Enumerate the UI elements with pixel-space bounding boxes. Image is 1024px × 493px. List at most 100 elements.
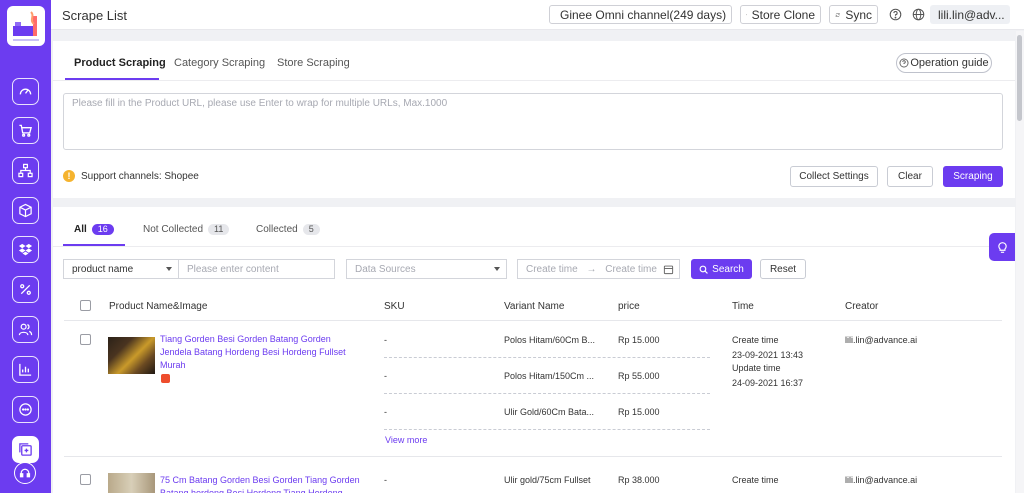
caret-down-icon: [494, 267, 500, 271]
tab-collected[interactable]: Collected 5: [256, 224, 320, 235]
tips-button[interactable]: [989, 233, 1015, 261]
chart-icon[interactable]: [12, 356, 39, 383]
help-icon[interactable]: [889, 8, 902, 21]
app-logo[interactable]: [7, 6, 45, 46]
variant-name: Ulir Gold/60Cm Bata...: [504, 407, 595, 417]
variant-divider: [384, 429, 710, 430]
sync-label: Sync: [845, 7, 872, 22]
range-arrow-icon: →: [586, 264, 597, 275]
col-sku: SKU: [384, 301, 405, 312]
headset-icon[interactable]: [14, 462, 36, 484]
channel-select[interactable]: Ginee Omni channel(249 days): [549, 5, 732, 24]
collect-settings-button[interactable]: Collect Settings: [790, 166, 878, 187]
tab-collected-label: Collected: [256, 224, 298, 235]
tab-collected-count: 5: [302, 224, 320, 235]
clear-button[interactable]: Clear: [887, 166, 933, 187]
update-time-value: 24-09-2021 16:37: [732, 378, 804, 388]
tab-category-scraping[interactable]: Category Scraping: [174, 57, 265, 69]
cart-icon[interactable]: [12, 117, 39, 144]
create-time-value: 23-09-2021 13:43: [732, 350, 804, 360]
select-all-checkbox[interactable]: [80, 300, 91, 311]
tab-all-label: All: [74, 224, 87, 235]
percent-icon[interactable]: [12, 276, 39, 303]
data-sources-select[interactable]: Data Sources: [346, 259, 507, 279]
user-menu[interactable]: lili.lin@adv...: [930, 5, 1010, 24]
page-scrollbar[interactable]: [1016, 31, 1024, 493]
clone-icon: [746, 14, 747, 15]
product-url-input[interactable]: [63, 93, 1003, 150]
caret-down-icon: [166, 267, 172, 271]
create-time-label: Create time: [732, 335, 779, 345]
variant-name: Ulir gold/75cm Fullset: [504, 475, 591, 485]
col-price: price: [618, 301, 640, 312]
end-time-placeholder: Create time: [605, 264, 657, 275]
warning-icon: !: [63, 170, 75, 182]
creator-value: lili.lin@advance.ai: [845, 475, 918, 485]
creator-value: lili.lin@advance.ai: [845, 335, 918, 345]
list-tab-divider: [53, 246, 1015, 247]
row-checkbox[interactable]: [80, 474, 91, 485]
create-time-range[interactable]: Create time → Create time: [517, 259, 680, 279]
shopee-icon: [161, 374, 170, 383]
col-time: Time: [732, 301, 754, 312]
tab-divider: [53, 80, 1015, 81]
store-clone-label: Store Clone: [751, 7, 815, 22]
sku-value: -: [384, 371, 387, 381]
col-variant-name: Variant Name: [504, 301, 565, 312]
store-clone-button[interactable]: Store Clone: [740, 5, 821, 24]
row-divider: [64, 456, 1002, 457]
tab-not-collected[interactable]: Not Collected 11: [143, 224, 230, 235]
search-content-input[interactable]: [178, 259, 335, 279]
data-sources-placeholder: Data Sources: [355, 264, 416, 275]
tab-all-count: 16: [91, 224, 114, 235]
tab-store-scraping[interactable]: Store Scraping: [277, 57, 350, 69]
sku-value: -: [384, 335, 387, 345]
chat-icon[interactable]: [12, 396, 39, 423]
tab-all[interactable]: All 16: [74, 224, 114, 235]
price-value: Rp 55.000: [618, 371, 660, 381]
page-title: Scrape List: [62, 8, 128, 23]
variant-divider: [384, 357, 710, 358]
sidebar: [0, 0, 51, 493]
package-icon[interactable]: [12, 197, 39, 224]
view-more-link[interactable]: View more: [385, 435, 427, 445]
sku-value: -: [384, 475, 387, 485]
scraping-button[interactable]: Scraping: [943, 166, 1003, 187]
tab-product-scraping[interactable]: Product Scraping: [74, 57, 166, 69]
table-header: Product Name&Image SKU Variant Name pric…: [64, 291, 1002, 321]
search-field-value: product name: [72, 264, 134, 275]
globe-icon[interactable]: [912, 8, 925, 21]
scrape-icon[interactable]: [12, 436, 39, 463]
price-value: Rp 15.000: [618, 335, 660, 345]
hierarchy-icon[interactable]: [12, 157, 39, 184]
dropbox-icon[interactable]: [12, 236, 39, 263]
search-button[interactable]: Search: [691, 259, 752, 279]
product-image: [108, 473, 155, 493]
top-bar: Scrape List Ginee Omni channel(249 days)…: [51, 0, 1024, 30]
sync-icon: [835, 12, 840, 17]
operation-guide-label: Operation guide: [910, 57, 989, 69]
reset-button[interactable]: Reset: [760, 259, 806, 279]
users-icon[interactable]: [12, 316, 39, 343]
product-image: [108, 337, 155, 374]
operation-guide-button[interactable]: Operation guide: [896, 53, 992, 73]
search-label: Search: [712, 263, 744, 275]
col-creator: Creator: [845, 301, 879, 312]
product-name-link[interactable]: Tiang Gorden Besi Gorden Batang Gorden J…: [160, 333, 360, 372]
scraping-panel: Product Scraping Category Scraping Store…: [53, 41, 1015, 198]
scrollbar-thumb[interactable]: [1017, 35, 1022, 121]
dashboard-icon[interactable]: [12, 78, 39, 105]
question-icon: [899, 58, 909, 68]
variant-divider: [384, 393, 710, 394]
col-product-name: Product Name&Image: [109, 301, 208, 312]
tab-not-collected-count: 11: [208, 224, 230, 235]
variant-name: Polos Hitam/60Cm B...: [504, 335, 596, 345]
search-field-select[interactable]: product name: [63, 259, 179, 279]
lightbulb-icon: [997, 242, 1007, 253]
product-name-link[interactable]: 75 Cm Batang Gorden Besi Gorden Tiang Go…: [160, 474, 360, 493]
sync-button[interactable]: Sync: [829, 5, 878, 24]
row-checkbox[interactable]: [80, 334, 91, 345]
scrape-list-panel: All 16 Not Collected 11 Collected 5 prod…: [53, 207, 1015, 493]
support-channels-text: Support channels: Shopee: [81, 170, 199, 182]
calendar-icon: [663, 265, 674, 275]
